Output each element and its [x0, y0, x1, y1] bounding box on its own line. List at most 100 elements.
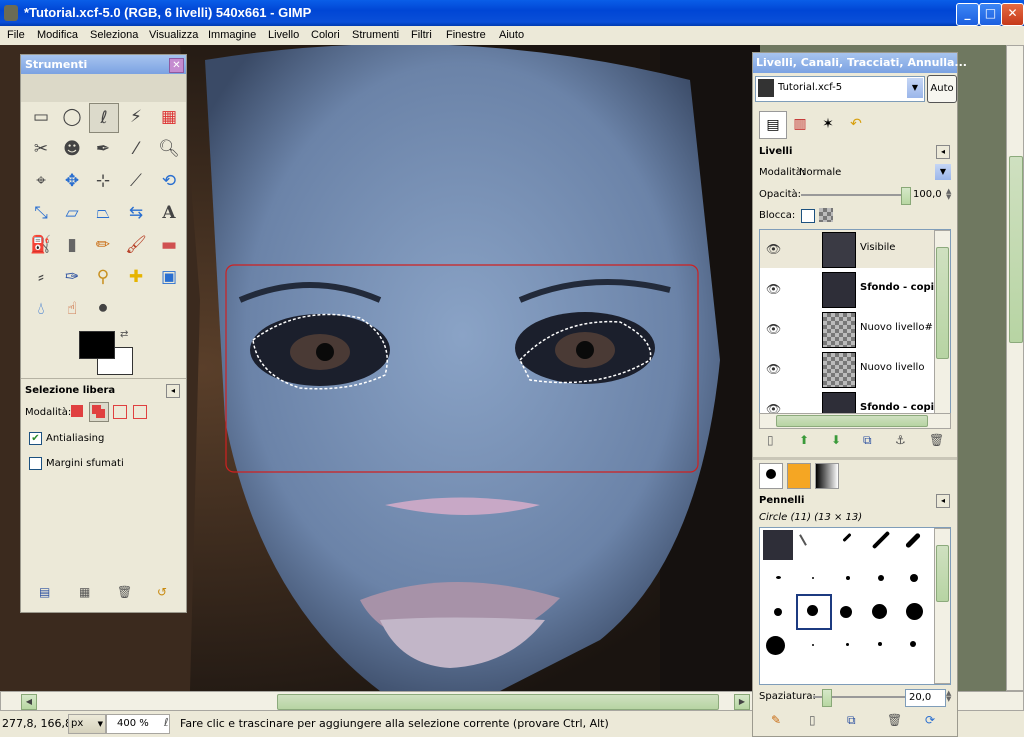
new-brush-icon[interactable]: ▯ [809, 713, 816, 727]
canvas-horizontal-scroll-thumb[interactable] [277, 694, 719, 710]
brush-item[interactable] [840, 606, 852, 618]
blur-tool-icon[interactable]: 💧︎ [27, 295, 55, 323]
layer-row-nuovo-livello-1[interactable]: 👁︎ Nuovo livello#1 [760, 310, 939, 348]
layers-scroll-thumb[interactable] [936, 247, 949, 359]
anchor-layer-icon[interactable]: ⚓ [895, 433, 906, 447]
scroll-left-button[interactable]: ◀ [21, 694, 37, 710]
crop-tool-icon[interactable]: ⟋ [122, 167, 150, 195]
eye-icon[interactable]: 👁︎ [766, 242, 781, 256]
menu-aiuto[interactable]: Aiuto [499, 29, 524, 41]
brush-item[interactable] [878, 642, 882, 646]
spacing-value[interactable]: 20,0 [905, 689, 946, 707]
mode-dropdown-icon[interactable]: ▼ [935, 164, 951, 180]
smudge-tool-icon[interactable]: ☝ [58, 295, 86, 323]
brush-clipboard-thumbnail[interactable] [763, 530, 793, 560]
color-picker-tool-icon[interactable]: ⁄ [122, 135, 150, 163]
mode-intersect-icon[interactable] [133, 405, 147, 419]
tab-undo[interactable]: ↶ [843, 111, 869, 137]
opacity-slider-thumb[interactable] [901, 187, 911, 205]
brush-item[interactable] [812, 577, 814, 579]
menu-finestre[interactable]: Finestre [446, 29, 486, 41]
layers-menu-icon[interactable]: ◂ [936, 145, 950, 159]
brush-item[interactable] [766, 636, 785, 655]
mode-subtract-icon[interactable] [113, 405, 127, 419]
menu-visualizza[interactable]: Visualizza [149, 29, 198, 41]
close-button[interactable]: ✕ [1001, 3, 1024, 26]
clone-tool-icon[interactable]: ⚲ [89, 263, 117, 291]
flip-tool-icon[interactable]: ⇆ [122, 199, 150, 227]
foreground-color-swatch-front[interactable] [79, 331, 115, 359]
free-select-tool-icon[interactable]: ℓ [89, 103, 119, 133]
shear-tool-icon[interactable]: ▱ [58, 199, 86, 227]
airbrush-tool-icon[interactable]: ⸗ [27, 263, 55, 291]
tab-paths[interactable]: ✶ [815, 111, 841, 137]
maximize-button[interactable]: □ [979, 3, 1002, 26]
brushes-scrollbar[interactable] [934, 528, 950, 684]
scissors-tool-icon[interactable]: ✂ [27, 135, 55, 163]
brush-item[interactable] [799, 534, 807, 546]
unit-selector[interactable]: px ▼ [68, 714, 106, 734]
delete-options-icon[interactable]: 🗑︎ [117, 585, 132, 599]
tab-patterns[interactable] [787, 463, 811, 489]
brush-item[interactable] [906, 603, 923, 620]
spacing-spin-icon[interactable]: ▲ ▼ [946, 690, 951, 703]
layers-h-scrollbar[interactable] [759, 413, 951, 429]
feather-edges-checkbox[interactable] [29, 457, 42, 470]
image-selector-dropdown[interactable]: Tutorial.xcf-5 ▼ [755, 76, 925, 102]
tab-channels[interactable]: ▥ [787, 111, 813, 137]
scroll-right-button[interactable]: ▶ [734, 694, 750, 710]
brushes-grid[interactable] [759, 527, 951, 685]
align-tool-icon[interactable]: ⊹ [89, 167, 117, 195]
tab-brushes[interactable] [759, 463, 783, 489]
zoom-selector[interactable]: 400 % [106, 714, 170, 734]
menu-filtri[interactable]: Filtri [411, 29, 432, 41]
brushes-scroll-thumb[interactable] [936, 545, 949, 602]
ellipse-select-tool-icon[interactable]: ◯ [58, 103, 86, 131]
toolbox-close-icon[interactable]: ✕ [169, 58, 184, 73]
menu-modifica[interactable]: Modifica [37, 29, 78, 41]
layer-row-sfondo-copia-2[interactable]: 👁︎ Sfondo - copia [760, 390, 941, 414]
dodge-burn-tool-icon[interactable]: ⚫ [89, 295, 117, 323]
lock-pixels-checkbox[interactable] [801, 209, 815, 223]
save-options-icon[interactable]: ▤ [39, 585, 50, 599]
canvas-vertical-scrollbar[interactable] [1006, 45, 1024, 691]
tool-options-menu-icon[interactable]: ◂ [166, 384, 180, 398]
eraser-tool-icon[interactable]: ▬ [155, 231, 183, 259]
move-tool-icon[interactable]: ✥ [58, 167, 86, 195]
opacity-value[interactable]: 100,0 [913, 189, 942, 200]
brush-item[interactable] [774, 608, 782, 616]
brush-item[interactable] [904, 532, 922, 549]
eye-icon[interactable]: 👁︎ [766, 322, 781, 336]
menu-seleziona[interactable]: Seleziona [90, 29, 138, 41]
brush-item[interactable] [910, 641, 916, 647]
blend-tool-icon[interactable]: ▮ [58, 231, 86, 259]
perspective-tool-icon[interactable]: ⏢ [89, 199, 117, 227]
swap-colors-icon[interactable]: ⇄ [120, 329, 128, 340]
new-layer-icon[interactable]: ▯ [767, 433, 774, 447]
fuzzy-select-tool-icon[interactable]: ⚡ [122, 103, 150, 131]
pencil-tool-icon[interactable]: ✏ [89, 231, 117, 259]
raise-layer-icon[interactable]: ⬆ [799, 433, 809, 447]
layers-mode-value[interactable]: Normale [799, 167, 841, 178]
mode-add-icon[interactable] [89, 402, 109, 422]
eye-icon[interactable]: 👁︎ [766, 282, 781, 296]
minimize-button[interactable]: _ [956, 3, 979, 26]
menu-file[interactable]: File [7, 29, 25, 41]
brush-item[interactable] [872, 604, 887, 619]
restore-options-icon[interactable]: ▦ [79, 585, 90, 599]
brush-item[interactable] [812, 644, 814, 646]
select-by-color-tool-icon[interactable]: ▦ [155, 103, 183, 131]
brush-item[interactable] [878, 575, 884, 581]
perspective-clone-tool-icon[interactable]: ▣ [155, 263, 183, 291]
brush-item[interactable] [776, 576, 781, 579]
scale-tool-icon[interactable]: ⤡ [27, 199, 55, 227]
duplicate-layer-icon[interactable]: ⧉ [863, 433, 872, 448]
brush-item[interactable] [910, 574, 918, 582]
duplicate-brush-icon[interactable]: ⧉ [847, 713, 856, 728]
canvas-vertical-scroll-thumb[interactable] [1009, 156, 1023, 343]
spacing-slider-thumb[interactable] [821, 689, 832, 707]
menu-immagine[interactable]: Immagine [208, 29, 256, 41]
layers-scrollbar[interactable] [934, 230, 950, 414]
paths-tool-icon[interactable]: ✒ [89, 135, 117, 163]
bucket-fill-tool-icon[interactable]: ⛽ [27, 231, 55, 259]
